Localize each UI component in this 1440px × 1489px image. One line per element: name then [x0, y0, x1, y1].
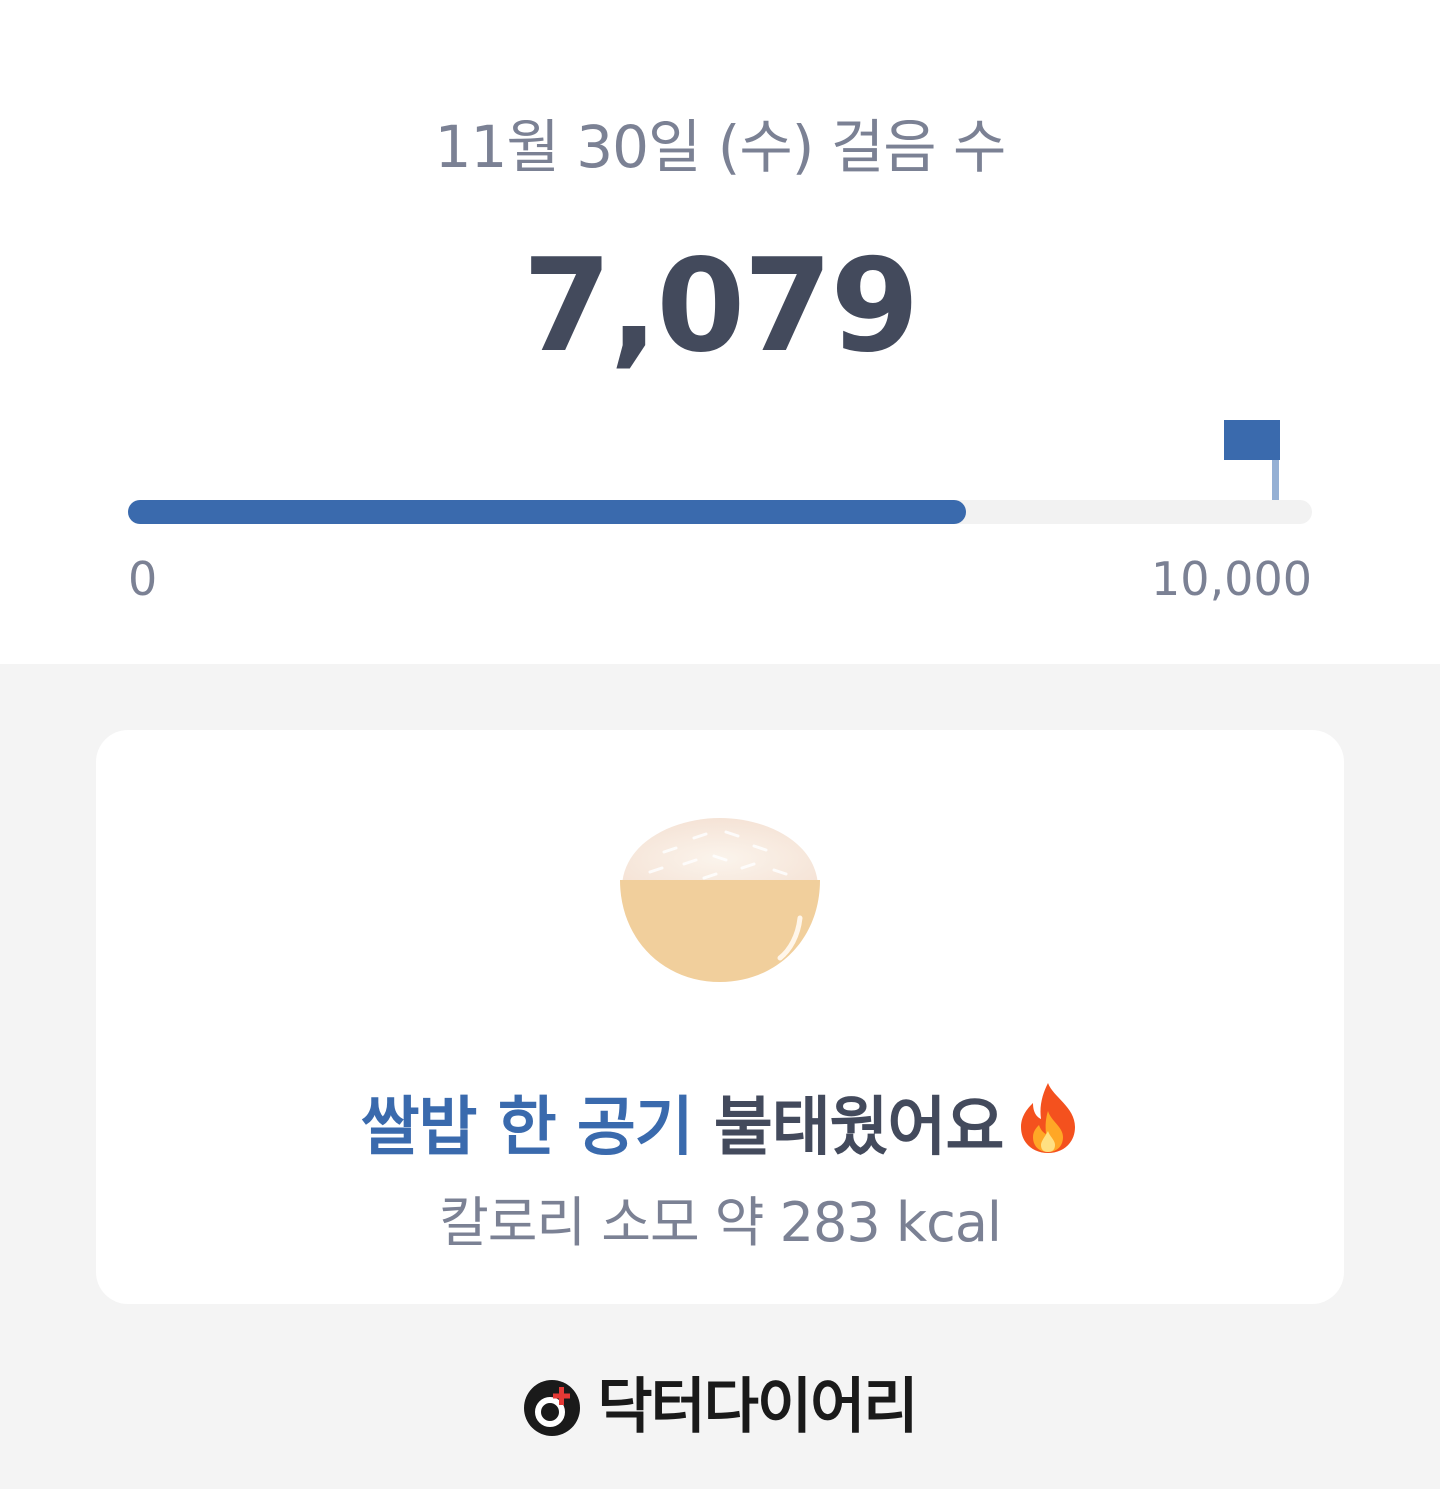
step-summary-panel: 11월 30일 (수) 걸음 수 7,079 0 10,000 [0, 0, 1440, 664]
progress-max-label: 10,000 [1151, 552, 1312, 606]
goal-flag-icon [1224, 420, 1284, 500]
step-count: 7,079 [522, 232, 920, 381]
doctor-diary-logo-icon [524, 1380, 581, 1436]
headline-rest: 불태웠어요 [692, 1091, 1004, 1165]
calorie-headline: 쌀밥 한 공기 불태웠어요 [0, 1076, 1440, 1168]
progress-track [128, 500, 1312, 524]
fire-icon [1021, 1083, 1076, 1153]
progress-fill [128, 500, 967, 524]
brand-footer: 닥터다이어리 [0, 1358, 1440, 1445]
rice-bowl-icon [620, 818, 820, 982]
food-equivalent: 쌀밥 한 공기 [360, 1091, 694, 1165]
calorie-burn-text: 칼로리 소모 약 283 kcal [439, 1191, 1002, 1254]
progress-min-label: 0 [128, 552, 158, 606]
date-title: 11월 30일 (수) 걸음 수 [434, 113, 1007, 181]
brand-name: 닥터다이어리 [597, 1372, 918, 1442]
